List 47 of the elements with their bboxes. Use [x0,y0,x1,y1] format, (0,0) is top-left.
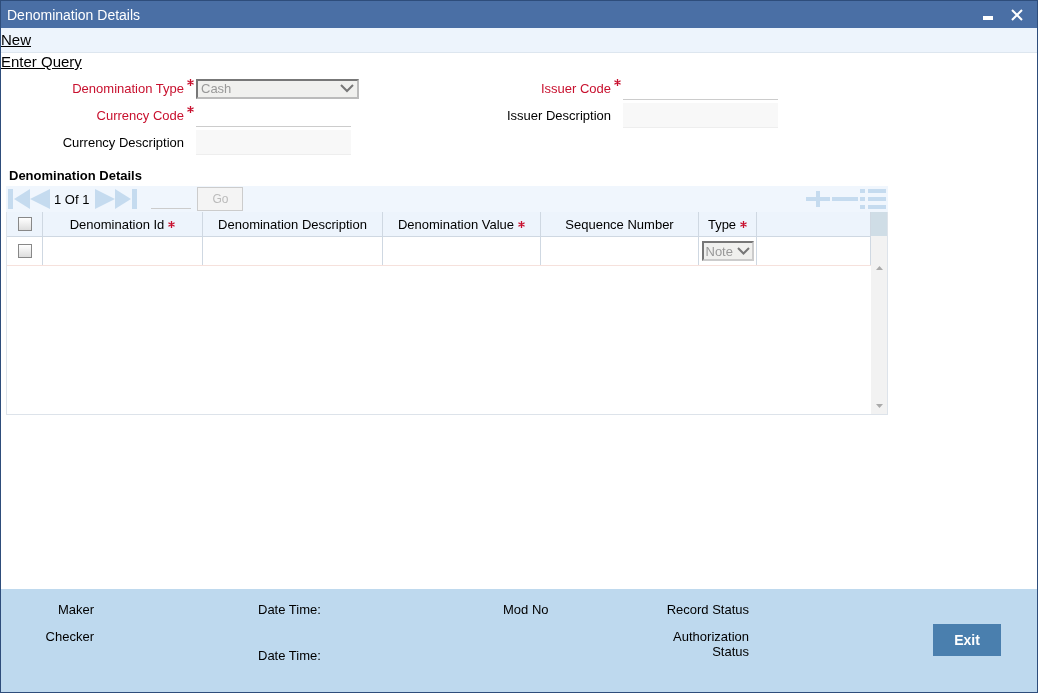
field-label: Currency Code [95,108,184,123]
menu-link[interactable]: Enter Query [1,53,82,71]
date-time-label: Date Time: [258,648,322,663]
list-icon[interactable] [860,189,886,209]
exit-button[interactable]: Exit [933,624,1001,656]
field-label: Issuer Code [539,81,611,96]
checker-label: Checker [44,629,94,644]
required-icon [614,79,621,86]
minimize-icon[interactable] [983,15,993,20]
next-page-icon[interactable] [95,189,116,209]
select-all-checkbox[interactable] [17,217,32,231]
window-title: Denomination Details [7,6,141,23]
scroll-up-icon[interactable] [875,266,883,270]
field-label: Denomination Type [71,81,184,96]
required-icon [740,220,748,228]
column-header: Denomination Id [69,216,165,232]
previous-page-icon[interactable] [30,189,50,209]
required-icon [168,220,176,228]
maker-label: Maker [56,602,94,617]
last-page-icon[interactable] [115,189,138,209]
first-page-icon[interactable] [8,189,30,209]
scrollbar[interactable] [871,212,887,414]
required-icon [518,220,526,228]
mod-no-label: Mod No [503,602,550,617]
page-indicator: 1 Of 1 [54,191,90,207]
caret-icon [736,247,750,255]
delete-row-icon[interactable] [832,197,858,201]
row-checkbox[interactable] [17,244,32,258]
add-row-icon[interactable] [806,191,830,207]
caret-icon [340,84,354,93]
column-header: Sequence Number [565,216,674,232]
field-label: Currency Description [61,135,184,150]
column-header: Denomination Value [397,216,515,232]
section-title: Denomination Details [9,168,143,183]
scroll-down-icon[interactable] [875,404,883,408]
select-field[interactable]: Cash [196,78,359,99]
date-time-label: Date Time: [258,602,322,617]
required-icon [187,79,194,86]
field-label: Issuer Description [505,108,611,123]
column-header: Denomination Description [218,216,367,232]
column-header: Type [707,216,737,232]
record-status-label: Record Status [665,602,749,617]
required-icon [187,106,194,113]
type-select[interactable]: Note [701,241,754,261]
menu-link[interactable]: New [1,31,31,49]
authorization-status-label: Authorization Status [672,629,749,659]
close-icon[interactable] [1011,8,1023,21]
